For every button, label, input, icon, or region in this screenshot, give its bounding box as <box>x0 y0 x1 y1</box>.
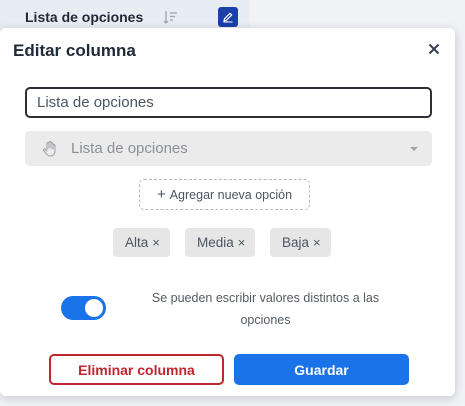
add-option-label: Agregar nueva opción <box>169 187 293 202</box>
option-label: Baja <box>282 235 310 250</box>
free-values-label: Se pueden escribir valores distintos a l… <box>151 291 380 327</box>
dialog-title: Editar columna <box>13 41 136 60</box>
option-chip-alta: Alta × <box>113 228 170 257</box>
sort-list-icon[interactable] <box>163 9 179 25</box>
option-chip-media: Media × <box>185 228 256 257</box>
chevron-down-icon <box>410 147 418 151</box>
toggle-knob <box>85 299 103 317</box>
add-option-button[interactable]: + Agregar nueva opción <box>139 179 310 210</box>
free-values-toggle[interactable] <box>61 296 106 320</box>
plus-icon: + <box>156 186 166 203</box>
delete-column-button[interactable]: Eliminar columna <box>49 354 224 385</box>
pencil-icon[interactable] <box>218 7 238 27</box>
column-type-select[interactable]: Lista de opciones <box>25 131 432 166</box>
remove-option-icon[interactable]: × <box>313 235 321 250</box>
edit-column-dialog: Editar columna Lista de opciones + Agreg… <box>0 28 455 396</box>
option-label: Alta <box>125 235 149 250</box>
column-type-selected: Lista de opciones <box>71 140 188 157</box>
hand-pointer-icon <box>41 140 59 158</box>
remove-option-icon[interactable]: × <box>238 235 246 250</box>
column-header-title: Lista de opciones <box>25 9 144 25</box>
save-button[interactable]: Guardar <box>234 354 409 385</box>
option-label: Media <box>197 235 234 250</box>
column-name-input[interactable] <box>25 87 432 118</box>
remove-option-icon[interactable]: × <box>152 235 160 250</box>
close-icon[interactable] <box>424 39 444 59</box>
option-chip-baja: Baja × <box>270 228 331 257</box>
